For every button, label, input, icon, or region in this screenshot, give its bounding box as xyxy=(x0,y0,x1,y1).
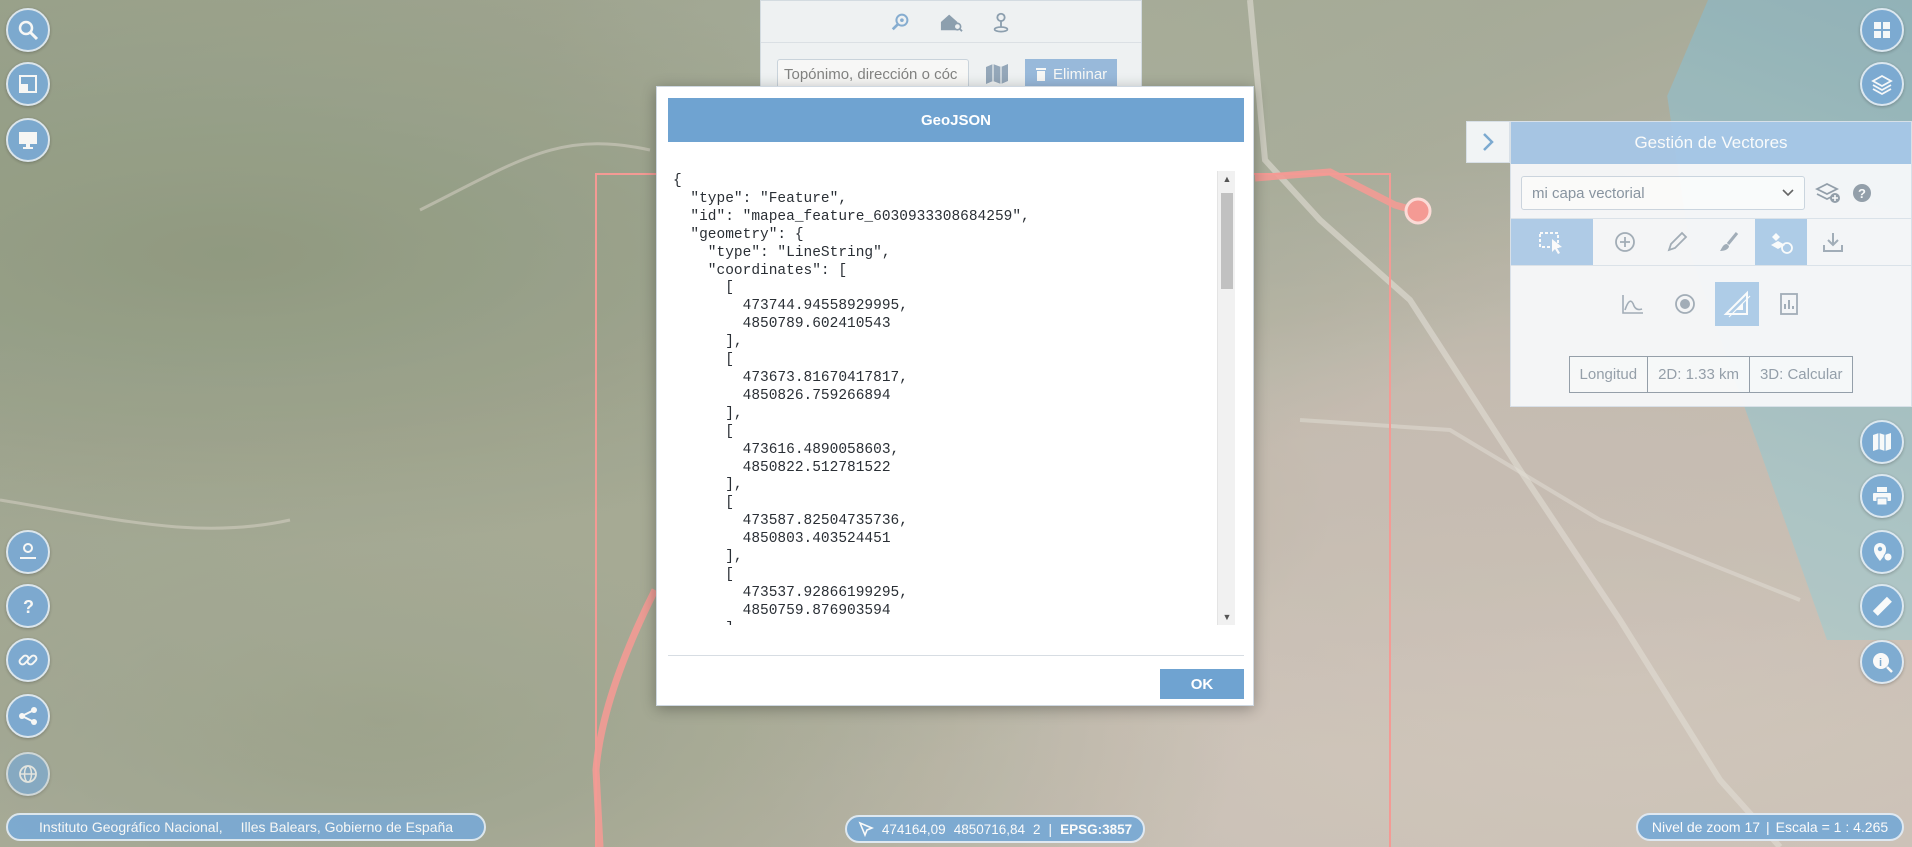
scroll-up-arrow[interactable]: ▲ xyxy=(1218,171,1235,187)
ok-button[interactable]: OK xyxy=(1160,669,1244,699)
dialog-title: GeoJSON xyxy=(668,98,1244,142)
geojson-content: { "type": "Feature", "id": "mapea_featur… xyxy=(673,173,1030,625)
geojson-dialog: GeoJSON { "type": "Feature", "id": "mape… xyxy=(656,86,1254,706)
geojson-textarea[interactable]: { "type": "Feature", "id": "mapea_featur… xyxy=(673,171,1235,625)
scroll-thumb[interactable] xyxy=(1221,193,1233,289)
scrollbar[interactable]: ▲ ▼ xyxy=(1217,171,1235,625)
scroll-down-arrow[interactable]: ▼ xyxy=(1218,609,1235,625)
